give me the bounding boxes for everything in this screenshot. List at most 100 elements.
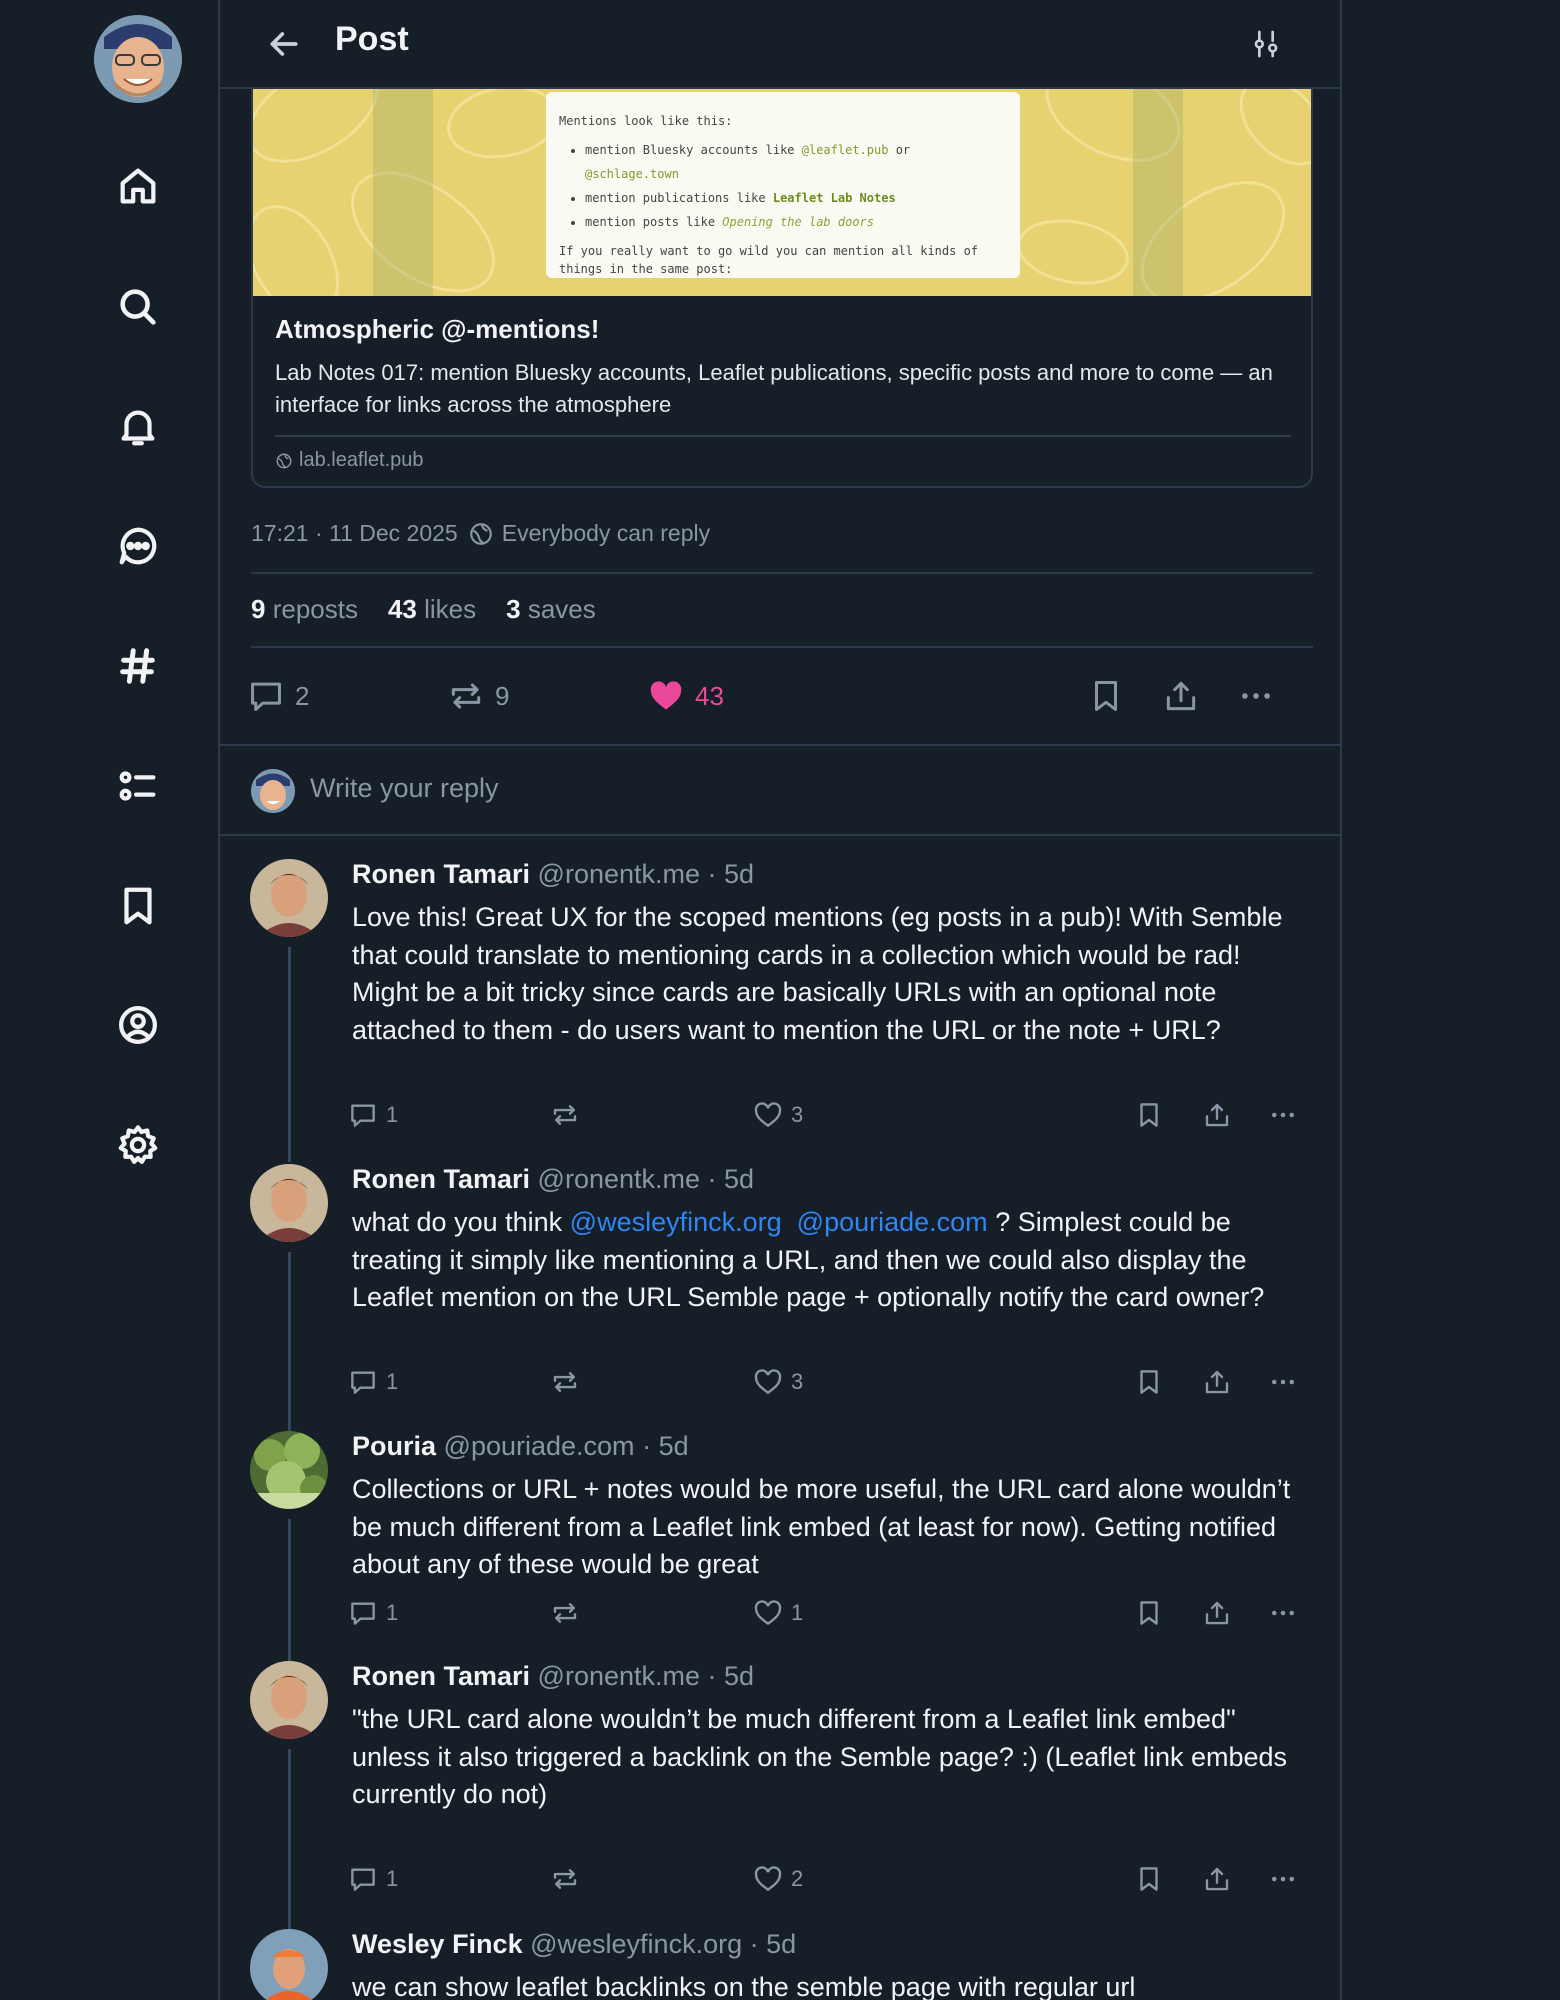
more-options-button[interactable] [1268,1593,1298,1633]
card-body: Atmospheric @-mentions! Lab Notes 017: m… [275,314,1291,472]
bookmark-button[interactable] [1134,1859,1164,1899]
likes-stat[interactable]: 43 likes [388,594,476,625]
post-timestamp: 17:21 · 11 Dec 2025 [251,520,458,546]
thumb-line-1: mention Bluesky accounts like @leaflet.p… [585,138,1007,186]
sliders-icon [1254,30,1278,58]
ellipsis-icon [1272,1112,1294,1118]
thumb-intro: Mentions look like this: [559,114,733,128]
reply-button[interactable]: 2 [247,670,309,722]
author-name[interactable]: Ronen Tamari [352,1661,530,1691]
reply-button[interactable]: 1 [348,1859,398,1899]
post-actions: 2 9 43 [247,670,1313,722]
reply-button[interactable]: 1 [348,1095,398,1135]
chat-bubble-icon[interactable] [110,518,166,574]
mention-link[interactable]: @pouriade.com [797,1207,988,1237]
ellipsis-icon [1272,1876,1294,1882]
more-options-button[interactable] [1237,670,1275,722]
reply-item[interactable]: Pouria @pouriade.com · 5d Collections or… [220,1431,1340,1664]
link-preview-card[interactable]: Mentions look like this: mention Bluesky… [251,50,1313,488]
reposts-stat[interactable]: 9 reposts [251,594,358,625]
author-handle[interactable]: @ronentk.me [538,1661,700,1691]
share-button[interactable] [1202,1095,1232,1135]
thread-settings-button[interactable] [1242,20,1290,68]
reply-bubble-icon [351,1868,375,1891]
like-button[interactable]: 3 [753,1362,803,1402]
author-name[interactable]: Pouria [352,1431,436,1461]
bookmark-icon[interactable] [110,878,166,934]
post-thread-column: Post Mentions look like this: • mention … [218,0,1342,2000]
back-button[interactable] [260,20,308,68]
repost-button[interactable] [550,1859,580,1899]
bookmark-button[interactable] [1134,1095,1164,1135]
left-nav [0,0,218,2000]
repost-button[interactable] [550,1362,580,1402]
like-button[interactable]: 3 [753,1095,803,1135]
bookmark-icon [1140,1867,1158,1891]
author-handle[interactable]: @pouriade.com [444,1431,635,1461]
reply-text-quote: "the URL card alone wouldn’t be much dif… [352,1704,1236,1734]
notifications-bell-icon[interactable] [110,399,166,455]
reply-item[interactable]: Ronen Tamari @ronentk.me · 5d Love this!… [220,859,1340,1162]
repost-button[interactable] [550,1095,580,1135]
card-divider [275,435,1291,437]
heart-icon [754,1866,782,1892]
card-domain-text: lab.leaflet.pub [299,449,424,471]
thumb-line-2: mention publications like Leaflet Lab No… [585,186,1007,210]
reply-item[interactable]: Ronen Tamari @ronentk.me · 5d "the URL c… [220,1661,1340,1929]
share-button[interactable] [1202,1593,1232,1633]
search-icon[interactable] [110,279,166,335]
reply-item[interactable]: Ronen Tamari @ronentk.me · 5d what do yo… [220,1164,1340,1432]
more-options-button[interactable] [1268,1095,1298,1135]
author-handle[interactable]: @wesleyfinck.org [530,1929,742,1959]
author-name[interactable]: Ronen Tamari [352,1164,530,1194]
author-name[interactable]: Ronen Tamari [352,859,530,889]
mention-link[interactable]: @wesleyfinck.org [570,1207,782,1237]
author-handle[interactable]: @ronentk.me [538,859,700,889]
hashtag-feeds-icon[interactable] [110,638,166,694]
thread-line [288,1519,291,1664]
thumb-outro: If you really want to go wild you can me… [559,244,979,276]
avatar[interactable] [250,1164,328,1242]
like-button[interactable]: 1 [753,1593,803,1633]
thread-line [288,1749,291,1929]
avatar[interactable] [250,859,328,937]
bookmark-button[interactable] [1087,670,1125,722]
profile-avatar[interactable] [94,15,182,103]
reply-button[interactable]: 1 [348,1362,398,1402]
like-count: 3 [791,1102,804,1127]
more-options-button[interactable] [1268,1859,1298,1899]
reply-composer[interactable]: Write your reply [220,744,1340,836]
avatar[interactable] [250,1929,328,2000]
ellipsis-icon [1272,1610,1294,1616]
home-icon[interactable] [110,158,166,214]
share-button[interactable] [1202,1362,1232,1402]
share-button[interactable] [1202,1859,1232,1899]
reply-item[interactable]: Wesley Finck @wesleyfinck.org · 5d we ca… [220,1929,1340,2000]
more-options-button[interactable] [1268,1362,1298,1402]
avatar [251,769,295,813]
reply-actions: 1 3 [348,1095,1312,1135]
settings-gear-icon[interactable] [110,1117,166,1173]
profile-icon[interactable] [110,997,166,1053]
reply-count: 1 [386,1369,399,1394]
share-button[interactable] [1162,670,1200,722]
bookmark-button[interactable] [1134,1593,1164,1633]
like-button[interactable]: 2 [753,1859,803,1899]
bookmark-button[interactable] [1134,1362,1164,1402]
repost-button[interactable] [550,1593,580,1633]
saves-stat[interactable]: 3 saves [506,594,596,625]
author-name[interactable]: Wesley Finck [352,1929,523,1959]
share-icon [1205,1370,1229,1394]
avatar[interactable] [250,1661,328,1739]
reply-count: 2 [295,680,310,711]
card-domain: lab.leaflet.pub [275,449,1291,472]
reply-settings[interactable]: Everybody can reply [468,520,710,547]
heart-filled-icon [650,681,682,710]
globe-icon [469,522,492,545]
like-button[interactable]: 43 [647,670,724,722]
avatar[interactable] [250,1431,328,1509]
author-handle[interactable]: @ronentk.me [538,1164,700,1194]
lists-icon[interactable] [110,758,166,814]
reply-button[interactable]: 1 [348,1593,398,1633]
repost-button[interactable]: 9 [447,670,509,722]
